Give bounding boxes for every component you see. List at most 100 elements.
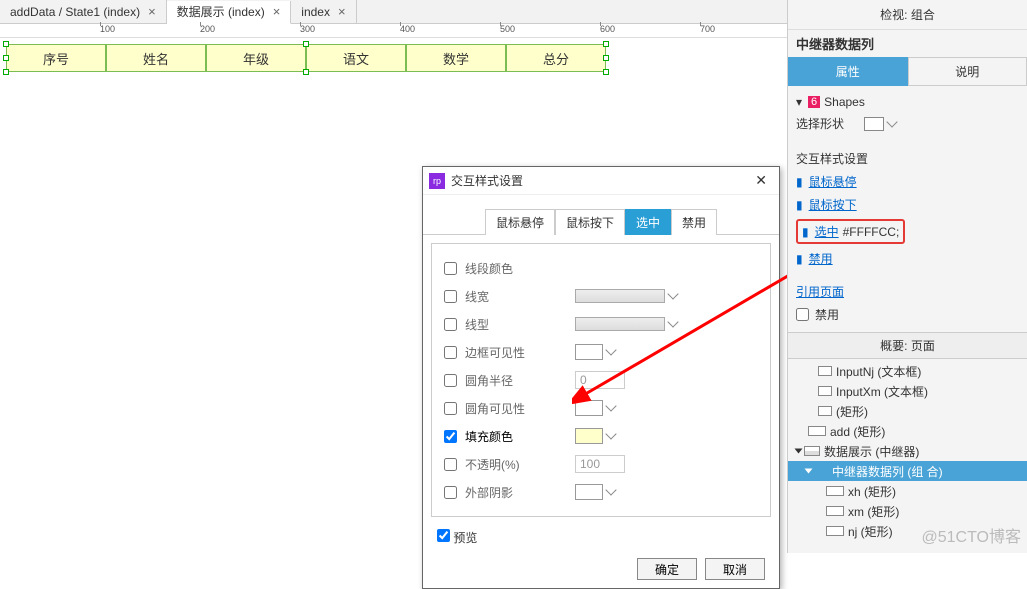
chevron-down-icon[interactable] [605,344,616,355]
shapes-row[interactable]: ▾6Shapes [796,92,1019,112]
repeater-icon [804,446,820,456]
cell-grade[interactable]: 年级 [206,44,306,72]
tree-item-datashow[interactable]: 数据展示 (中继器) [788,441,1027,461]
tab-adddata[interactable]: addData / State1 (index)× [0,0,167,23]
resize-handle[interactable] [603,55,609,61]
dialog-titlebar[interactable]: rp 交互样式设置 ✕ [423,167,779,195]
resize-handle[interactable] [3,69,9,75]
checkbox[interactable] [444,290,457,303]
tree-item-inputxm[interactable]: InputXm (文本框) [788,381,1027,401]
rect-icon [818,406,832,416]
resize-handle[interactable] [603,69,609,75]
tree-item-xh[interactable]: xh (矩形) [788,481,1027,501]
preview-checkbox[interactable] [437,529,450,542]
chevron-down-icon[interactable] [605,428,616,439]
link-disabled[interactable]: ▮禁用 [796,247,1019,270]
cell-chinese[interactable]: 语文 [306,44,406,72]
tab-selected[interactable]: 选中 [625,209,671,235]
resize-handle[interactable] [303,69,309,75]
interaction-styles-section: 交互样式设置 ▮鼠标悬停 ▮鼠标按下 ▮选中 #FFFFCC; ▮禁用 引用页面… [788,141,1027,332]
close-icon[interactable]: × [148,4,156,19]
checkbox[interactable] [444,430,457,443]
tab-label: index [301,5,330,19]
tree-item-xm[interactable]: xm (矩形) [788,501,1027,521]
rect-icon [808,426,826,436]
prop-cornervis: 圆角可见性 [438,394,764,422]
close-icon[interactable]: × [273,4,281,19]
cancel-button[interactable]: 取消 [705,558,765,580]
tree-item-group[interactable]: 中继器数据列 (组 合) [788,461,1027,481]
prop-bordervis: 边框可见性 [438,338,764,366]
expand-icon[interactable] [795,449,803,454]
checkbox[interactable] [444,458,457,471]
prop-fillcolor: 填充颜色 [438,422,764,450]
chevron-down-icon[interactable] [667,316,678,327]
close-icon[interactable]: ✕ [749,170,773,191]
checkbox[interactable] [444,262,457,275]
rect-icon [826,506,844,516]
ok-button[interactable]: 确定 [637,558,697,580]
shape-picker[interactable] [864,117,884,131]
tab-label: 数据展示 (index) [177,3,265,20]
bordervis-picker[interactable] [575,344,603,360]
shapes-count: 6 [808,96,820,108]
shadow-picker[interactable] [575,484,603,500]
linewidth-picker[interactable] [575,289,665,303]
checkbox[interactable] [444,486,457,499]
tab-datashow[interactable]: 数据展示 (index) × [167,1,292,24]
link-hover[interactable]: ▮鼠标悬停 [796,170,1019,193]
dialog-buttons: 确定 取消 [423,550,779,588]
link-mousedown[interactable]: ▮鼠标按下 [796,193,1019,216]
link-selected[interactable]: ▮选中 #FFFFCC; [796,216,1019,247]
resize-handle[interactable] [3,55,9,61]
link-label: 鼠标悬停 [809,173,857,190]
ruler-tick: 700 [700,24,715,34]
radius-input[interactable] [575,371,625,389]
chevron-down-icon[interactable] [605,400,616,411]
resize-handle[interactable] [603,41,609,47]
preview-row: 预览 [423,525,779,550]
tab-properties[interactable]: 属性 [788,57,908,86]
tab-disabled[interactable]: 禁用 [671,209,717,235]
axure-icon: rp [429,173,445,189]
label: InputXm (文本框) [836,383,928,400]
dialog-title: 交互样式设置 [451,172,523,189]
label: nj (矩形) [848,523,893,540]
cornervis-picker[interactable] [575,400,603,416]
chevron-down-icon[interactable] [605,484,616,495]
cell-seq[interactable]: 序号 [6,44,106,72]
label: 线段颜色 [465,260,545,277]
checkbox[interactable] [444,374,457,387]
repeater-selection[interactable]: 序号 姓名 年级 语文 数学 总分 [6,44,606,72]
resize-handle[interactable] [303,41,309,47]
checkbox[interactable] [444,402,457,415]
expand-icon[interactable] [805,469,813,474]
prop-opacity: 不透明(%) [438,450,764,478]
fillcolor-picker[interactable] [575,428,603,444]
label: 选择形状 [796,115,844,132]
resize-handle[interactable] [3,41,9,47]
label: 边框可见性 [465,344,545,361]
cell-name[interactable]: 姓名 [106,44,206,72]
cell-total[interactable]: 总分 [506,44,606,72]
disable-row[interactable]: 禁用 [796,303,1019,326]
opacity-input[interactable] [575,455,625,473]
cell-math[interactable]: 数学 [406,44,506,72]
checkbox[interactable] [796,308,809,321]
checkbox[interactable] [444,318,457,331]
checkbox[interactable] [444,346,457,359]
tree-item-add[interactable]: add (矩形) [788,421,1027,441]
linetype-picker[interactable] [575,317,665,331]
tab-notes[interactable]: 说明 [908,57,1027,86]
tree-item-inputnj[interactable]: InputNj (文本框) [788,361,1027,381]
ruler-tick: 100 [100,24,115,34]
tab-hover[interactable]: 鼠标悬停 [485,209,555,235]
tab-mousedown[interactable]: 鼠标按下 [555,209,625,235]
chevron-down-icon[interactable] [667,288,678,299]
tab-index[interactable]: index × [291,0,356,23]
ruler-tick: 200 [200,24,215,34]
chevron-down-icon[interactable] [886,116,897,127]
link-refpage[interactable]: 引用页面 [796,280,1019,303]
close-icon[interactable]: × [338,4,346,19]
tree-item-rect[interactable]: (矩形) [788,401,1027,421]
